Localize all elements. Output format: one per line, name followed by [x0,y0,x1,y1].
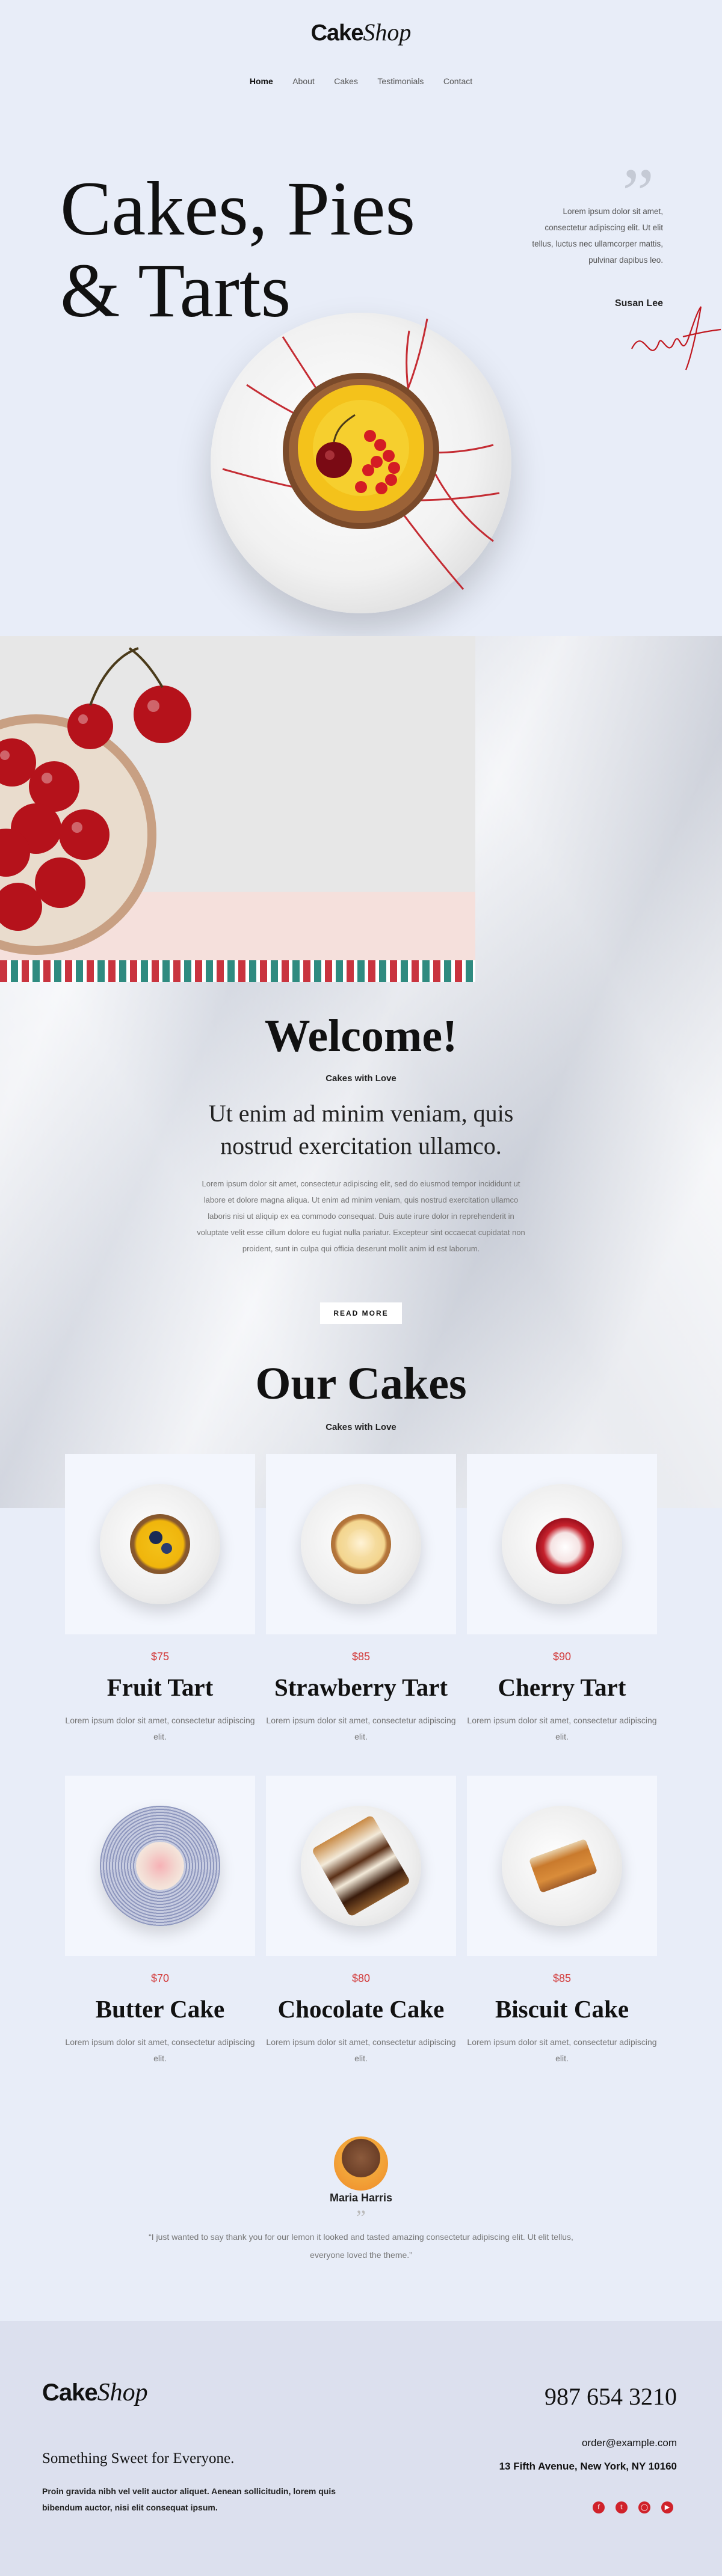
cakes-subtitle: Cakes with Love [326,1422,396,1432]
main-nav: Home About Cakes Testimonials Contact [0,76,722,87]
welcome-subtitle: Cakes with Love [326,1073,396,1084]
blueberry [161,1543,172,1554]
cake-name[interactable]: Fruit Tart [65,1673,255,1702]
butter-cake-image [136,1842,184,1890]
instagram-icon[interactable]: ◯ [638,2501,650,2513]
logo-script-text: Shop [363,19,412,46]
cake-description: Lorem ipsum dolor sit amet, consectetur … [467,2037,657,2063]
cake-card-image[interactable] [266,1776,456,1956]
cakes-title: Our Cakes [255,1358,467,1409]
footer-address: 13 Fifth Avenue, New York, NY 10160 [499,2461,677,2472]
twitter-icon[interactable]: t [616,2501,628,2513]
cream-topping [347,1529,375,1557]
nav-about[interactable]: About [292,76,315,86]
nav-contact[interactable]: Contact [443,76,472,86]
cake-price: $75 [150,1651,170,1663]
footer-slogan: Something Sweet for Everyone. [42,2450,235,2467]
footer-email[interactable]: order@example.com [469,2437,677,2449]
avatar [334,2136,388,2191]
cherries-bowl-image [0,636,475,982]
cherry-tart-image [530,1514,594,1574]
hero-quote-text: Lorem ipsum dolor sit amet, consectetur … [532,207,663,265]
cake-price: $90 [552,1651,572,1663]
quote-icon: ” [356,2206,366,2230]
social-links: f t ◯ ▶ [587,2500,677,2515]
hero-tart-image [211,313,511,613]
cake-name[interactable]: Strawberry Tart [266,1673,456,1702]
fruit-tart-image [130,1514,190,1574]
signature-icon [631,306,721,370]
cake-name[interactable]: Chocolate Cake [266,1995,456,2023]
site-logo[interactable]: CakeShop [0,18,722,46]
footer-logo[interactable]: CakeShop [42,2378,148,2407]
youtube-icon[interactable]: ▶ [661,2501,673,2513]
cake-name[interactable]: Biscuit Cake [467,1995,657,2023]
cake-price: $85 [552,1972,572,1984]
nav-home[interactable]: Home [250,76,273,86]
cake-description: Lorem ipsum dolor sit amet, consectetur … [266,1716,456,1741]
logo-script-text: Shop [97,2379,148,2406]
cake-price: $80 [351,1972,371,1984]
testimonial-name: Maria Harris [329,2192,393,2204]
cake-description: Lorem ipsum dolor sit amet, consectetur … [266,2037,456,2063]
logo-main-text: Cake [310,20,364,46]
footer-phone[interactable]: 987 654 3210 [469,2382,677,2411]
cake-card-image[interactable] [467,1776,657,1956]
cake-price: $70 [150,1972,170,1984]
footer-text: Proin gravida nibh vel velit auctor aliq… [42,2486,336,2512]
cake-card-image[interactable] [65,1454,255,1634]
nav-testimonials[interactable]: Testimonials [377,76,424,86]
nav-cakes[interactable]: Cakes [334,76,358,86]
cake-description: Lorem ipsum dolor sit amet, consectetur … [467,1716,657,1741]
cake-card-image[interactable] [65,1776,255,1956]
cake-name[interactable]: Cherry Tart [467,1673,657,1702]
cake-name[interactable]: Butter Cake [65,1995,255,2023]
cake-price: $85 [351,1651,371,1663]
hero-title: Cakes, Pies & Tarts [60,168,415,331]
site-header: CakeShop Home About Cakes Testimonials C… [0,0,722,96]
hero-title-line1: Cakes, Pies [60,166,416,251]
cake-card-image[interactable] [266,1454,456,1634]
cake-description: Lorem ipsum dolor sit amet, consectetur … [65,2037,255,2063]
read-more-button[interactable]: READ MORE [320,1302,402,1324]
facebook-icon[interactable]: f [593,2501,605,2513]
logo-main-text: Cake [42,2379,98,2406]
welcome-lead: Ut enim ad minim veniam, quis nostrud ex… [208,1100,514,1159]
welcome-body: Lorem ipsum dolor sit amet, consectetur … [197,1179,525,1253]
cake-card-image[interactable] [467,1454,657,1634]
cake-description: Lorem ipsum dolor sit amet, consectetur … [65,1716,255,1741]
welcome-title: Welcome! [264,1011,458,1061]
blueberry [149,1531,162,1544]
testimonial-text: “I just wanted to say thank you for our … [149,2232,573,2260]
